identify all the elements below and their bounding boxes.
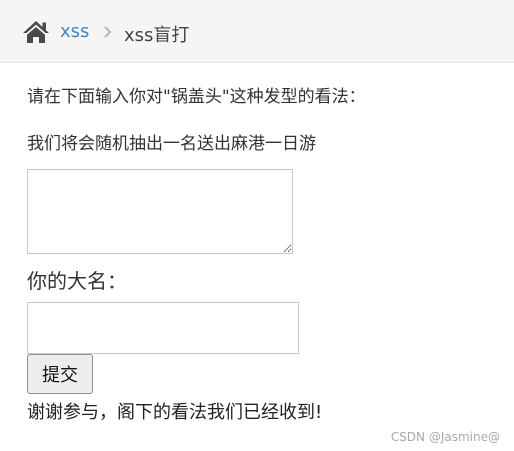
breadcrumb: xss xss盲打 xyxy=(0,0,514,63)
watermark: CSDN @Jasmine@ xyxy=(390,430,500,444)
name-input[interactable] xyxy=(27,302,299,354)
opinion-textarea[interactable] xyxy=(27,169,293,254)
home-icon[interactable] xyxy=(22,20,50,44)
breadcrumb-link-xss[interactable]: xss xyxy=(60,21,89,42)
name-label: 你的大名： xyxy=(27,269,127,293)
thanks-message: 谢谢参与，阁下的看法我们已经收到! xyxy=(27,402,323,423)
prize-notice: 我们将会随机抽出一名送出麻港一日游 xyxy=(27,134,316,154)
opinion-prompt: 请在下面输入你对"锅盖头"这种发型的看法： xyxy=(27,87,366,107)
submit-button[interactable]: 提交 xyxy=(27,354,93,394)
chevron-right-icon xyxy=(101,24,113,40)
breadcrumb-current: xss盲打 xyxy=(124,25,190,46)
